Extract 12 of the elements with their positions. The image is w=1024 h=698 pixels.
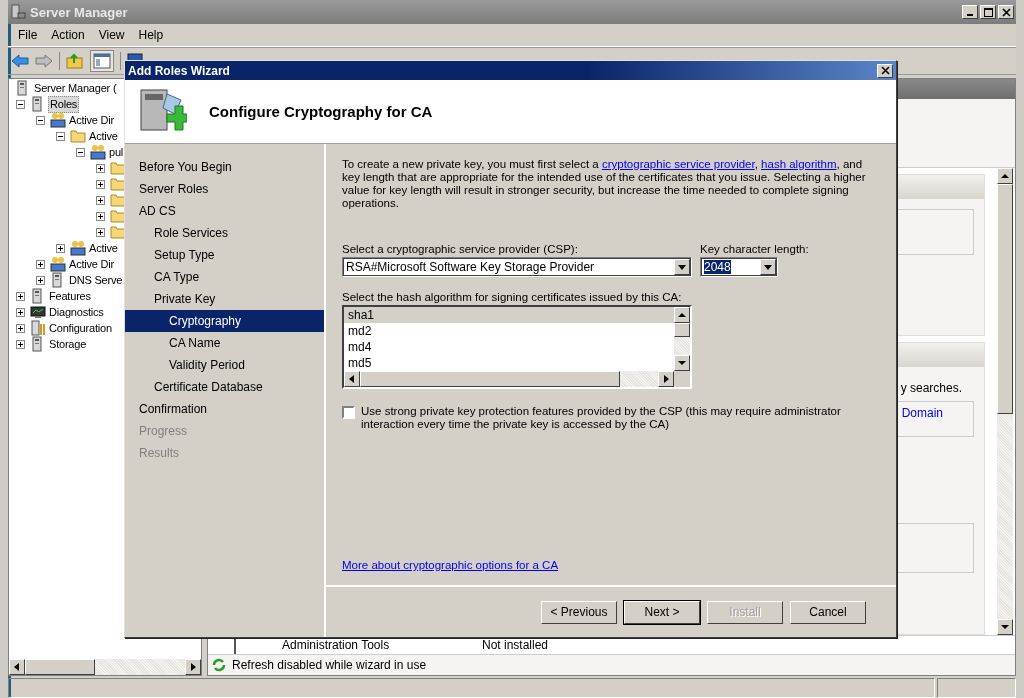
field-label: Key character length: [700,243,809,255]
table-cell-text: Administration Tools [282,638,391,652]
window-title: Server Manager [30,4,128,20]
description-text: y searches. [900,381,962,395]
status-message: Refresh disabled while wizard in use [232,658,427,672]
field-label: Select a cryptographic service provider (CSP): [342,243,579,255]
page-heading: Configure Cryptography for CA [209,103,433,120]
field-label: Select the hash algorithm for signing certificates issued by this CA: [342,291,683,303]
dialog-title: Add Roles Wizard [128,63,230,78]
table-cell: Not installed [482,638,549,652]
checkbox-label: Use strong private key protection features provided by the CSP (this may require administrator interaction every time the private key is accessed by the CA) [361,405,842,431]
description-text: To create a new private key, you must first select a cryptographic service provider, hash algorithm, and key length that are appropriate for the intended use of the certificates that you issue. Selecting a higher value for key length will result in stronger security, but increase the time needed to complete signing operations. [342,158,867,210]
